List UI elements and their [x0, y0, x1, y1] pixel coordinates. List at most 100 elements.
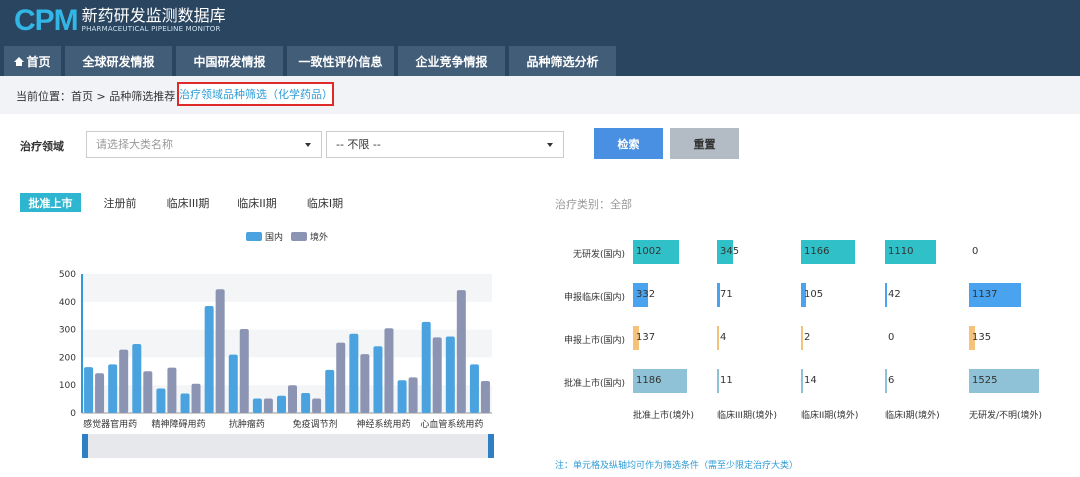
matrix-cell[interactable]: 1166 [801, 240, 881, 264]
matrix-row-label[interactable]: 无研发(国内) [555, 247, 625, 260]
bar-domestic[interactable] [445, 336, 455, 413]
bar-domestic[interactable] [421, 321, 431, 413]
bar-foreign[interactable] [408, 377, 418, 413]
bar-foreign[interactable] [143, 371, 153, 413]
caret-down-icon [547, 143, 553, 147]
bar-foreign[interactable] [167, 367, 177, 413]
zoom-handle-right[interactable] [488, 434, 494, 458]
bar-foreign[interactable] [360, 354, 370, 413]
bar-domestic[interactable] [228, 354, 238, 413]
category-value[interactable]: 全部 [610, 198, 632, 211]
x-tick-label[interactable]: 免疫调节剂 [293, 418, 338, 430]
bar-foreign[interactable] [432, 337, 442, 413]
matrix-cell[interactable]: 42 [885, 283, 965, 307]
matrix-cell[interactable]: 1525 [969, 369, 1049, 393]
bar-domestic[interactable] [277, 395, 286, 413]
matrix-cell[interactable]: 71 [717, 283, 797, 307]
matrix-cell[interactable]: 4 [717, 326, 797, 350]
breadcrumb-path[interactable]: 当前位置：首页 > 品种筛选推荐 > [16, 88, 188, 104]
bar-foreign[interactable] [288, 385, 297, 413]
bar-foreign[interactable] [384, 328, 394, 413]
search-button[interactable]: 检索 [594, 128, 663, 159]
bar-foreign[interactable] [456, 290, 466, 413]
matrix-cell[interactable]: 332 [633, 283, 713, 307]
bar-domestic[interactable] [349, 333, 359, 413]
matrix-cell[interactable]: 0 [969, 240, 1049, 264]
matrix-cell-value: 1166 [804, 246, 830, 257]
matrix-cell[interactable]: 1110 [885, 240, 965, 264]
bar-domestic[interactable] [180, 393, 190, 413]
x-tick-label[interactable]: 感觉器官用药 [83, 418, 137, 430]
nav-home[interactable]: 首页 [4, 46, 61, 76]
matrix-cell[interactable]: 345 [717, 240, 797, 264]
tab-phase-3[interactable]: 临床III期 [158, 193, 218, 212]
bar-domestic[interactable] [108, 364, 118, 413]
bar-foreign[interactable] [336, 342, 346, 413]
nav-consistency-label: 一致性评价信息 [298, 54, 383, 69]
reset-button[interactable]: 重置 [670, 128, 739, 159]
bar-domestic[interactable] [301, 392, 311, 413]
legend-label-domestic[interactable]: 国内 [265, 231, 283, 243]
matrix-col-label[interactable]: 临床II期(境外) [801, 408, 858, 421]
tab-phase-2[interactable]: 临床II期 [228, 193, 286, 212]
nav-enterprise[interactable]: 企业竞争情报 [398, 46, 505, 76]
x-tick-label[interactable]: 心血管系统用药 [420, 418, 483, 430]
tab-approved[interactable]: 批准上市 [20, 193, 81, 212]
matrix-cell[interactable]: 105 [801, 283, 881, 307]
bar-foreign[interactable] [263, 398, 273, 413]
matrix-row-label[interactable]: 申报上市(国内) [555, 333, 625, 346]
matrix-cell[interactable]: 135 [969, 326, 1049, 350]
zoom-slider-track[interactable] [84, 434, 492, 458]
bar-foreign[interactable] [215, 289, 225, 413]
matrix-cell[interactable]: 1002 [633, 240, 713, 264]
tab-pre-registration[interactable]: 注册前 [92, 193, 148, 212]
nav-consistency[interactable]: 一致性评价信息 [287, 46, 394, 76]
bar-domestic[interactable] [252, 398, 262, 413]
matrix-cell[interactable]: 11 [717, 369, 797, 393]
x-tick-label[interactable]: 精神障碍用药 [151, 418, 205, 430]
zoom-slider[interactable] [82, 434, 494, 458]
matrix-cell[interactable]: 137 [633, 326, 713, 350]
bar-domestic[interactable] [84, 367, 94, 413]
matrix-cell[interactable]: 0 [885, 326, 965, 350]
matrix-col-label[interactable]: 临床I期(境外) [885, 408, 940, 421]
bar-domestic[interactable] [373, 346, 383, 413]
matrix-cell[interactable]: 2 [801, 326, 881, 350]
matrix-cell-bar [801, 369, 803, 393]
legend-label-foreign[interactable]: 境外 [310, 231, 328, 243]
zoom-handle-left[interactable] [82, 434, 88, 458]
category-select[interactable]: 请选择大类名称 [86, 131, 322, 158]
bar-domestic[interactable] [397, 380, 407, 413]
nav-home-label: 首页 [26, 54, 51, 69]
bar-foreign[interactable] [480, 381, 490, 413]
matrix-cell[interactable]: 6 [885, 369, 965, 393]
nav-china-rd[interactable]: 中国研发情报 [176, 46, 283, 76]
bar-domestic[interactable] [156, 388, 166, 413]
matrix-cell[interactable]: 1137 [969, 283, 1049, 307]
nav-variety-analysis[interactable]: 品种筛选分析 [509, 46, 616, 76]
x-tick-label[interactable]: 神经系统用药 [356, 418, 410, 430]
matrix-cell[interactable]: 1186 [633, 369, 713, 393]
matrix-row-label[interactable]: 申报临床(国内) [555, 290, 625, 303]
bar-domestic[interactable] [325, 369, 335, 413]
matrix-col-label[interactable]: 无研发/不明(境外) [969, 408, 1042, 421]
matrix-cell[interactable]: 14 [801, 369, 881, 393]
bar-foreign[interactable] [191, 383, 201, 413]
tab-phase-1[interactable]: 临床I期 [296, 193, 354, 212]
bar-foreign[interactable] [95, 373, 105, 413]
matrix-col-label[interactable]: 临床III期(境外) [717, 408, 777, 421]
bar-domestic[interactable] [469, 364, 479, 413]
bar-domestic[interactable] [132, 344, 142, 413]
bar-foreign[interactable] [312, 398, 322, 413]
matrix-col-label[interactable]: 批准上市(境外) [633, 408, 694, 421]
subcategory-select[interactable]: -- 不限 -- [326, 131, 564, 158]
x-tick-label[interactable]: 抗肿瘤药 [229, 418, 265, 430]
logo[interactable]: CPM 新药研发监测数据库 PHARMACEUTICAL PIPELINE MO… [14, 6, 226, 38]
home-icon [14, 56, 25, 66]
bar-domestic[interactable] [204, 305, 214, 413]
bar-foreign[interactable] [239, 329, 249, 413]
nav-global-rd[interactable]: 全球研发情报 [65, 46, 172, 76]
cross-matrix: 无研发(国内) 1002 345 1166 1110 0 申报临床(国内) 332 71 105 4… [555, 232, 1080, 432]
matrix-row-label[interactable]: 批准上市(国内) [555, 376, 625, 389]
bar-foreign[interactable] [119, 349, 129, 413]
